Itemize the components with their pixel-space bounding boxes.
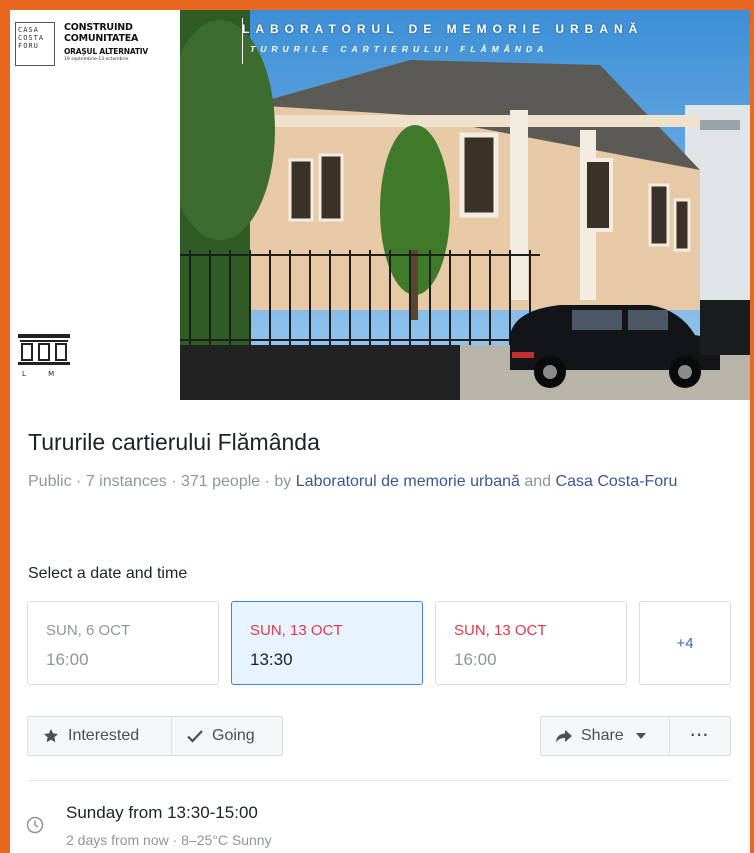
- event-time-sub: 2 days from now · 8–25°C Sunny: [66, 832, 272, 848]
- campaign-logo: CONSTRUIND COMUNITATEA ORAȘUL ALTERNATIV…: [64, 22, 179, 63]
- host-link-laboratorul[interactable]: Laboratorul de memorie urbană: [296, 473, 520, 490]
- clock-icon: [26, 816, 44, 834]
- going-label: Going: [212, 727, 255, 744]
- more-dates-button[interactable]: +4: [639, 601, 731, 685]
- casa-costa-foru-logo: CASA COSTA FORU: [15, 22, 55, 66]
- date-option-time: 16:00: [46, 650, 89, 669]
- date-option-day: SUN, 13 OCT: [250, 622, 343, 639]
- logo-line-2: COMUNITATEA: [64, 33, 139, 44]
- date-option-time: 13:30: [250, 650, 293, 669]
- cover-photo: [180, 10, 750, 400]
- select-date-label: Select a date and time: [28, 565, 188, 582]
- event-card: CASA COSTA FORU CONSTRUIND COMUNITATEA O…: [10, 10, 750, 853]
- host-link-casa-costa-foru[interactable]: Casa Costa-Foru: [556, 473, 678, 490]
- interested-button[interactable]: Interested: [27, 716, 172, 756]
- event-instances: 7 instances: [85, 473, 167, 490]
- date-option-day: SUN, 13 OCT: [454, 622, 547, 639]
- event-cover-banner[interactable]: CASA COSTA FORU CONSTRUIND COMUNITATEA O…: [10, 10, 750, 400]
- meta-separator: ·: [264, 473, 270, 490]
- date-option-2[interactable]: SUN, 13 OCT 16:00: [435, 601, 627, 685]
- dropdown-caret-icon: [632, 727, 650, 745]
- logo-line-1: CONSTRUIND: [64, 22, 133, 33]
- meta-separator: ·: [171, 473, 177, 490]
- event-time-main: Sunday from 13:30-15:00: [66, 803, 258, 822]
- logo-box-text: CASA COSTA FORU: [18, 26, 45, 50]
- date-option-1[interactable]: SUN, 13 OCT 13:30: [231, 601, 423, 685]
- and-conjunction: and: [524, 473, 552, 490]
- date-option-0[interactable]: SUN, 6 OCT 16:00: [27, 601, 219, 685]
- lmu-logo-text: L M U: [22, 370, 72, 378]
- event-title: Tururile cartierului Flămânda: [28, 429, 320, 455]
- star-icon: [42, 727, 60, 745]
- going-button[interactable]: Going: [172, 716, 283, 756]
- share-arrow-icon: [555, 727, 573, 745]
- event-people-count: 371 people: [180, 473, 261, 490]
- date-option-time: 16:00: [454, 650, 497, 669]
- building-photo-illustration: [180, 10, 750, 400]
- event-privacy: Public: [28, 473, 72, 490]
- lmu-building-icon: L M U: [18, 334, 72, 378]
- logo-dates: 19 septembrie-13 octombrie: [64, 57, 129, 62]
- banner-logo-panel: CASA COSTA FORU CONSTRUIND COMUNITATEA O…: [10, 10, 180, 400]
- banner-subtitle: TURURILE CARTIERULUI FLĂMÂNDA: [250, 44, 549, 54]
- event-meta: Public · 7 instances · 371 people · by L…: [28, 469, 728, 495]
- more-options-label: ···: [690, 727, 710, 744]
- checkmark-icon: [186, 727, 204, 745]
- more-options-button[interactable]: ···: [670, 716, 731, 756]
- share-label: Share: [581, 727, 624, 744]
- share-button[interactable]: Share: [540, 716, 670, 756]
- date-option-day: SUN, 6 OCT: [46, 622, 131, 639]
- banner-title: LABORATORUL DE MEMORIE URBANĂ: [242, 22, 644, 36]
- interested-label: Interested: [68, 727, 140, 744]
- by-prefix: by: [274, 473, 292, 490]
- logo-line-3: ORAȘUL ALTERNATIV: [64, 47, 149, 56]
- section-divider: [28, 780, 730, 781]
- meta-separator: ·: [76, 473, 82, 490]
